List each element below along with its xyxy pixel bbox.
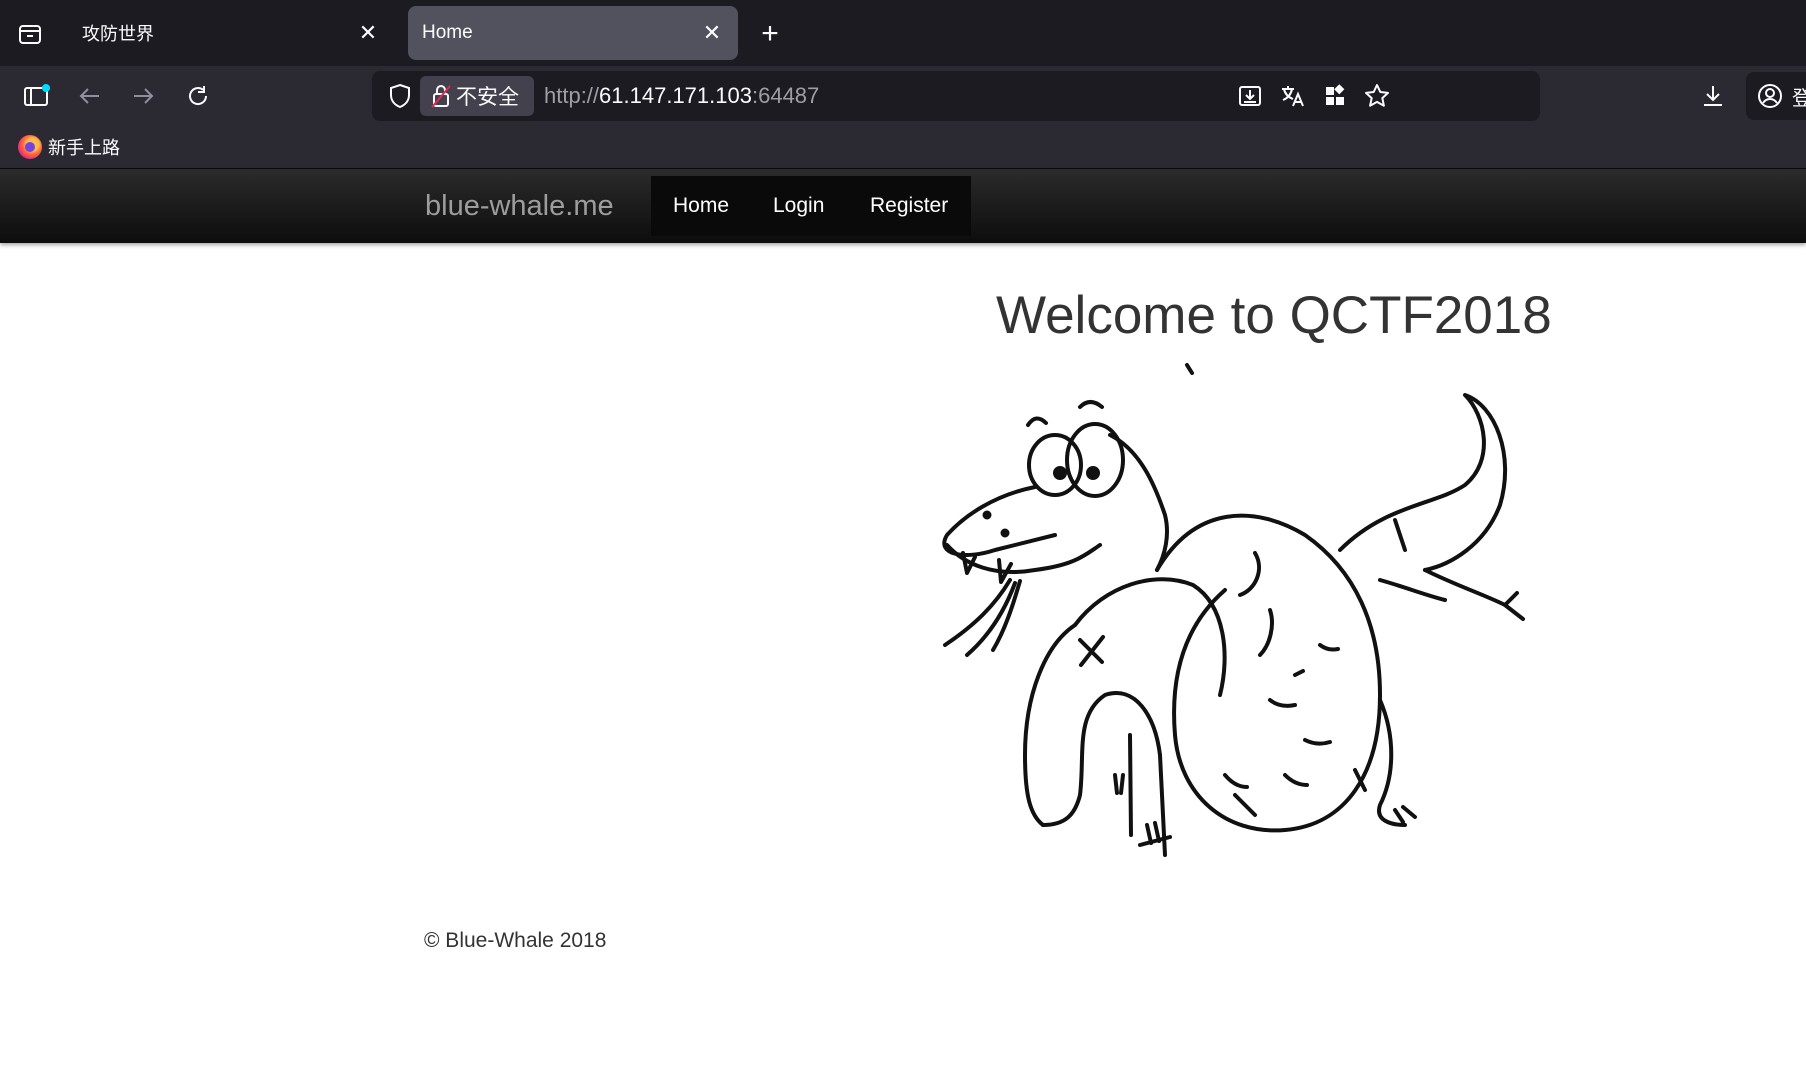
- bookmark-item[interactable]: 新手上路: [18, 132, 120, 162]
- forward-arrow-icon[interactable]: [123, 76, 163, 116]
- account-button[interactable]: 登: [1746, 72, 1806, 120]
- insecure-lock-icon: [426, 83, 456, 109]
- bookmarks-toolbar: 新手上路: [0, 126, 1806, 169]
- plus-icon[interactable]: +: [752, 16, 788, 52]
- account-icon: [1756, 82, 1784, 110]
- tab-title: Home: [422, 22, 473, 43]
- tab-overview-icon[interactable]: [12, 16, 48, 52]
- extensions-grid-icon[interactable]: [1317, 78, 1353, 114]
- bookmark-label: 新手上路: [48, 138, 120, 159]
- account-label: 登: [1792, 85, 1806, 110]
- security-label: 不安全: [456, 85, 519, 109]
- reload-icon[interactable]: [178, 76, 218, 116]
- tab-strip: 攻防世界 ✕ Home ✕ +: [0, 0, 1806, 66]
- site-brand[interactable]: blue-whale.me: [425, 169, 614, 243]
- close-icon[interactable]: ✕: [694, 15, 730, 51]
- back-arrow-icon[interactable]: [70, 76, 110, 116]
- url-port: :64487: [751, 83, 820, 108]
- save-to-device-icon[interactable]: [1232, 78, 1268, 114]
- site-navbar: blue-whale.me Home Login Register: [0, 169, 1806, 243]
- close-icon[interactable]: ✕: [350, 15, 386, 51]
- browser-toolbar: 不安全 http://61.147.171.103:64487 登: [0, 66, 1806, 126]
- nav-register-link[interactable]: Register: [870, 194, 948, 218]
- sidebar-icon[interactable]: [16, 76, 56, 116]
- url-scheme: http://: [544, 83, 600, 108]
- tab-title: 攻防世界: [82, 24, 154, 45]
- site-menu: Home Login Register: [651, 176, 971, 236]
- page-title: Welcome to QCTF2018: [996, 286, 1552, 345]
- nav-home-link[interactable]: Home: [673, 194, 729, 218]
- url-host: 61.147.171.103: [599, 83, 752, 108]
- sketch-illustration: [925, 355, 1565, 885]
- url-text[interactable]: http://61.147.171.103:64487: [544, 71, 819, 121]
- nav-login-link[interactable]: Login: [773, 194, 824, 218]
- page-footer: © Blue-Whale 2018: [424, 929, 607, 952]
- firefox-icon: [18, 135, 42, 159]
- translate-icon[interactable]: [1275, 78, 1311, 114]
- star-icon[interactable]: [1359, 78, 1395, 114]
- tab-gongfang[interactable]: 攻防世界 ✕: [68, 6, 394, 60]
- browser-chrome: 攻防世界 ✕ Home ✕ + 不安全 http://61.147.171.10…: [0, 0, 1806, 169]
- url-bar[interactable]: 不安全 http://61.147.171.103:64487: [372, 71, 1540, 121]
- tab-home[interactable]: Home ✕: [408, 6, 738, 60]
- shield-icon[interactable]: [382, 78, 418, 114]
- security-indicator[interactable]: 不安全: [420, 76, 534, 116]
- download-icon[interactable]: [1693, 76, 1733, 116]
